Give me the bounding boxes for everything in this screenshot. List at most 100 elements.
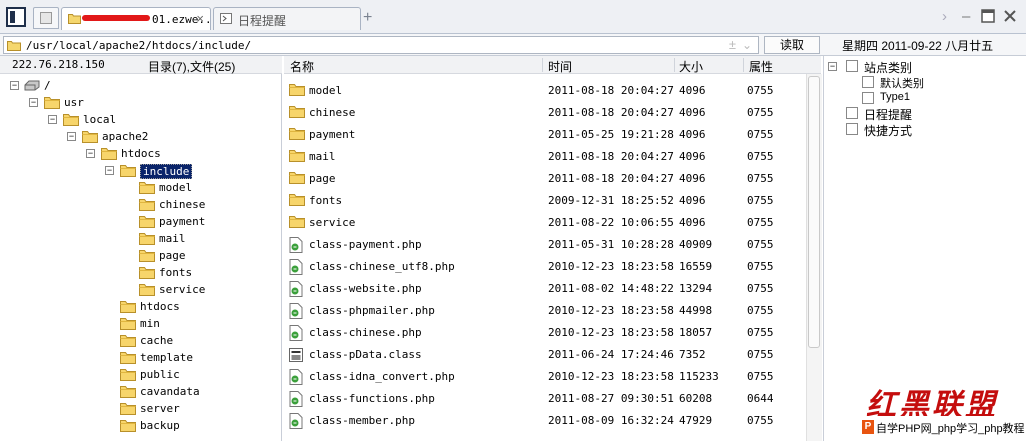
folder-icon <box>120 402 136 418</box>
table-row[interactable]: class-payment.php 2011-05-31 10:28:28 4090… <box>284 233 821 255</box>
folder-icon <box>139 283 155 299</box>
collapse-toggle-icon[interactable]: − <box>67 132 76 141</box>
column-header-attr[interactable]: 属性 <box>749 58 773 75</box>
tree-item-label: local <box>83 113 117 126</box>
table-row[interactable]: class-chinese_utf8.php 2010-12-23 18:23:5… <box>284 255 821 277</box>
file-name: page <box>309 172 336 185</box>
php-file-icon <box>289 259 303 278</box>
file-size: 7352 <box>679 348 706 361</box>
maximize-icon[interactable] <box>981 9 995 23</box>
table-row[interactable]: class-member.php 2011-08-09 16:32:24 47929… <box>284 409 821 431</box>
file-time: 2011-08-27 09:30:51 <box>548 392 674 405</box>
file-time: 2010-12-23 18:23:58 <box>548 304 674 317</box>
table-row[interactable]: page 2011-08-18 20:04:27 4096 0755 <box>284 167 821 189</box>
file-time: 2009-12-31 18:25:52 <box>548 194 674 207</box>
table-row[interactable]: model 2011-08-18 20:04:27 4096 0755 <box>284 79 821 101</box>
file-attr: 0755 <box>747 260 774 273</box>
new-tab-icon[interactable]: + <box>363 9 372 27</box>
file-time: 2011-08-18 20:04:27 <box>548 172 674 185</box>
table-row[interactable]: class-functions.php 2011-08-27 09:30:51 60… <box>284 387 821 409</box>
scrollbar-thumb[interactable] <box>808 76 820 348</box>
close-icon[interactable] <box>1003 9 1017 23</box>
collapse-toggle-icon[interactable]: − <box>10 81 19 90</box>
folder-icon <box>120 368 136 384</box>
file-size: 4096 <box>679 194 706 207</box>
panel-toggle-icon[interactable] <box>6 7 26 27</box>
file-time: 2011-08-18 20:04:27 <box>548 150 674 163</box>
file-list-header: 名称 时间 大小 属性 <box>284 56 821 74</box>
category-label: Type1 <box>880 91 910 103</box>
table-row[interactable]: class-phpmailer.php 2010-12-23 18:23:58 44… <box>284 299 821 321</box>
file-name: chinese <box>309 106 356 119</box>
column-header-time[interactable]: 时间 <box>548 58 572 75</box>
path-input[interactable]: /usr/local/apache2/htdocs/include/ ± ⌄ <box>3 36 759 54</box>
tree-item-label: public <box>140 368 180 381</box>
shortcut-icon <box>846 123 858 135</box>
table-row[interactable]: service 2011-08-22 10:06:55 4096 0755 <box>284 211 821 233</box>
tree-item-label: cache <box>140 334 174 347</box>
table-row[interactable]: mail 2011-08-18 20:04:27 4096 0755 <box>284 145 821 167</box>
file-name: fonts <box>309 194 343 207</box>
chevron-down-icon[interactable]: ⌄ <box>742 38 752 52</box>
folder-icon <box>139 198 155 214</box>
column-header-name[interactable]: 名称 <box>290 58 314 75</box>
chevron-right-icon[interactable]: › <box>942 8 947 25</box>
folder-icon <box>120 317 136 333</box>
folder-icon <box>120 385 136 401</box>
table-row[interactable]: payment 2011-05-25 19:21:28 4096 0755 <box>284 123 821 145</box>
drive-icon <box>24 79 42 94</box>
table-row[interactable]: fonts 2009-12-31 18:25:52 4096 0755 <box>284 189 821 211</box>
file-attr: 0755 <box>747 326 774 339</box>
column-header-size[interactable]: 大小 <box>679 58 703 75</box>
php-file-icon <box>289 303 303 322</box>
file-attr: 0755 <box>747 370 774 383</box>
tree-item-label: htdocs <box>121 147 161 160</box>
collapse-toggle-icon[interactable]: − <box>48 115 57 124</box>
file-attr: 0644 <box>747 392 774 405</box>
server-ip: 222.76.218.150 <box>12 58 105 71</box>
collapse-toggle-icon[interactable]: − <box>105 166 114 175</box>
tab-remote-site[interactable]: 01.ezwe... × <box>61 7 218 30</box>
file-time: 2010-12-23 18:23:58 <box>548 370 674 383</box>
minimize-icon[interactable]: – <box>962 8 970 25</box>
tree-item-label: include <box>140 164 193 179</box>
close-icon[interactable]: × <box>196 11 204 26</box>
file-time: 2011-08-02 14:48:22 <box>548 282 674 295</box>
tree-item-label: page <box>159 249 186 262</box>
tree-item-label: server <box>140 402 180 415</box>
collapse-toggle-icon[interactable]: − <box>29 98 38 107</box>
table-row[interactable]: class-idna_convert.php 2010-12-23 18:23:5… <box>284 365 821 387</box>
php-file-icon <box>289 369 303 388</box>
table-row[interactable]: class-chinese.php 2010-12-23 18:23:58 1805… <box>284 321 821 343</box>
table-row[interactable]: class-website.php 2011-08-02 14:48:22 1329… <box>284 277 821 299</box>
file-name: class-functions.php <box>309 392 435 405</box>
file-attr: 0755 <box>747 282 774 295</box>
folder-icon <box>289 105 305 121</box>
folder-icon <box>289 171 305 187</box>
folder-icon <box>120 419 136 435</box>
file-attr: 0755 <box>747 348 774 361</box>
folder-icon <box>120 334 136 350</box>
folder-icon <box>82 130 98 146</box>
page-icon <box>862 92 874 104</box>
collapse-toggle-icon[interactable]: − <box>828 62 837 71</box>
file-name: class-idna_convert.php <box>309 370 455 383</box>
file-size: 4096 <box>679 172 706 185</box>
blank-tab[interactable] <box>33 7 59 29</box>
file-attr: 0755 <box>747 150 774 163</box>
category-label: 站点类别 <box>864 61 913 75</box>
file-size: 47929 <box>679 414 713 427</box>
file-name: payment <box>309 128 356 141</box>
table-row[interactable]: chinese 2011-08-18 20:04:27 4096 0755 <box>284 101 821 123</box>
collapse-toggle-icon[interactable]: − <box>86 149 95 158</box>
page-icon <box>40 12 52 24</box>
watermark-logo: P <box>862 420 874 434</box>
file-time: 2011-08-18 20:04:27 <box>548 106 674 119</box>
file-time: 2011-06-24 17:24:46 <box>548 348 674 361</box>
tab-schedule[interactable]: 日程提醒 <box>213 7 361 30</box>
tree-item-label: / <box>44 79 51 92</box>
add-icon[interactable]: ± <box>729 37 736 52</box>
table-row[interactable]: class-pData.class 2011-06-24 17:24:46 7352… <box>284 343 821 365</box>
read-button[interactable]: 读取 <box>764 36 820 54</box>
file-size: 4096 <box>679 216 706 229</box>
